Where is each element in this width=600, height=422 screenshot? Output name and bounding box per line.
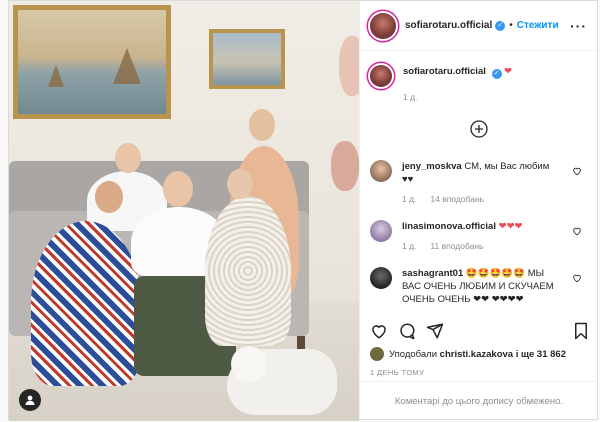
comments-limited-notice: Коментарі до цього допису обмежено. bbox=[360, 381, 598, 421]
comments-section: sofiarotaru.official ✓ ❤ 1 д. jeny_moskv… bbox=[360, 51, 598, 313]
painting-small bbox=[209, 29, 285, 89]
person-head bbox=[115, 143, 141, 173]
comment-avatar[interactable] bbox=[370, 220, 392, 242]
header-separator: • bbox=[509, 20, 513, 31]
likes-prefix: Уподобали bbox=[389, 348, 438, 360]
verified-icon: ✓ bbox=[495, 20, 506, 31]
person-head bbox=[227, 169, 253, 199]
comment-item: jeny_moskva СМ, мы Вас любим ♥♥ 1 д. 14 в… bbox=[370, 160, 588, 206]
likes-count[interactable]: і ще 31 862 bbox=[516, 349, 566, 360]
comment-item: linasimonova.official ❤❤❤ 1 д. 11 вподоба… bbox=[370, 220, 588, 253]
painting-seascape bbox=[13, 5, 171, 119]
tag-user-icon[interactable] bbox=[19, 389, 41, 411]
likes-summary: Уподобали christi.kazakova і ще 31 862 bbox=[370, 347, 566, 361]
liker-avatar[interactable] bbox=[370, 347, 384, 361]
comment-item: sashagrant01 🤩🤩🤩🤩🤩 МЫ ВАС ОЧЕНЬ ЛЮБИМ И … bbox=[370, 267, 588, 306]
comment-likes[interactable]: 11 вподобань bbox=[430, 241, 483, 251]
author-username[interactable]: sofiarotaru.official bbox=[405, 20, 492, 31]
follow-button[interactable]: Стежити bbox=[517, 20, 559, 31]
comment-avatar[interactable] bbox=[370, 267, 392, 289]
heart-icon[interactable] bbox=[572, 273, 582, 283]
heart-icon[interactable] bbox=[572, 226, 582, 236]
author-avatar[interactable] bbox=[370, 65, 392, 87]
post-photo[interactable] bbox=[9, 1, 359, 421]
more-options-icon[interactable]: ··· bbox=[570, 18, 587, 34]
post-actions bbox=[370, 319, 590, 343]
share-icon[interactable] bbox=[426, 322, 444, 340]
comment-time[interactable]: 1 д. bbox=[402, 241, 416, 251]
person-head bbox=[163, 171, 193, 207]
comment-avatar[interactable] bbox=[370, 160, 392, 182]
comment-text: ❤❤❤ bbox=[498, 221, 523, 232]
post-sidebar: sofiarotaru.official ✓ • Стежити ··· sof… bbox=[359, 1, 598, 421]
balloon bbox=[331, 141, 359, 191]
person-woman-blue bbox=[31, 221, 141, 386]
person-head bbox=[95, 181, 123, 213]
person-woman-lace bbox=[205, 196, 291, 346]
person-head bbox=[249, 109, 275, 141]
load-more-comments-button[interactable] bbox=[370, 120, 588, 138]
dog-head bbox=[231, 346, 267, 382]
comment-likes[interactable]: 14 вподобань bbox=[430, 194, 484, 204]
post-header: sofiarotaru.official ✓ • Стежити ··· bbox=[360, 1, 597, 51]
comment-username[interactable]: sashagrant01 bbox=[402, 268, 463, 279]
comment-username[interactable]: jeny_moskva bbox=[402, 161, 462, 172]
balloon bbox=[339, 36, 359, 96]
post-dialog: sofiarotaru.official ✓ • Стежити ··· sof… bbox=[8, 0, 598, 421]
caption-text: ❤ bbox=[504, 66, 513, 77]
comment-username[interactable]: linasimonova.official bbox=[402, 221, 496, 232]
verified-icon: ✓ bbox=[491, 69, 502, 79]
comment-icon[interactable] bbox=[398, 322, 416, 340]
caption-username[interactable]: sofiarotaru.official bbox=[403, 66, 486, 77]
heart-icon[interactable] bbox=[370, 322, 388, 340]
add-comment-icon[interactable] bbox=[470, 120, 488, 138]
bookmark-icon[interactable] bbox=[572, 322, 590, 340]
post-date[interactable]: 1 ДЕНЬ ТОМУ bbox=[370, 368, 424, 377]
caption-time[interactable]: 1 д. bbox=[403, 92, 417, 102]
comment-time[interactable]: 1 д. bbox=[402, 194, 416, 204]
caption: sofiarotaru.official ✓ ❤ 1 д. bbox=[370, 65, 588, 104]
author-avatar[interactable] bbox=[370, 12, 396, 39]
heart-icon[interactable] bbox=[572, 166, 582, 176]
liker-username[interactable]: christi.kazakova bbox=[440, 349, 513, 360]
